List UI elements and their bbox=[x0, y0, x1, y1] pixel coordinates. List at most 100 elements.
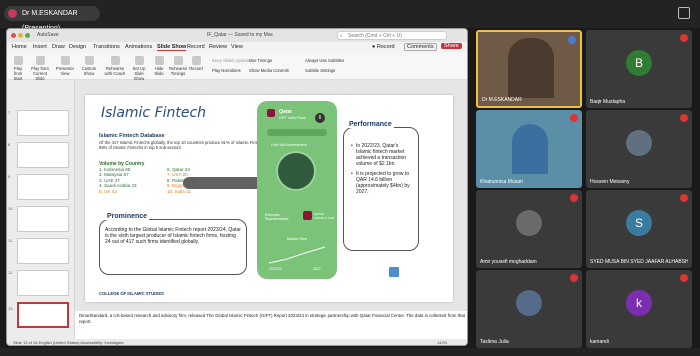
thumb-number: 7 bbox=[8, 110, 11, 115]
tab-record[interactable]: Record bbox=[187, 44, 205, 50]
check-keep-slides-updated[interactable]: Keep Slides Updated bbox=[212, 58, 251, 63]
slide-thumbnails-panel: 7 8 9 10 11 12 13 bbox=[7, 80, 75, 339]
participant-tile-active[interactable]: Dr M.ESKANDAR bbox=[476, 30, 582, 108]
check-show-media-controls[interactable]: Show Media Controls bbox=[249, 68, 289, 73]
participant-tile[interactable]: Khairunnisa Musari bbox=[476, 110, 582, 188]
play-from-current-button[interactable]: Play from Current Slide bbox=[29, 56, 51, 81]
set-up-slide-show-button[interactable]: Set Up Slide Show bbox=[129, 56, 149, 81]
play-from-start-button[interactable]: Play from Start bbox=[10, 56, 26, 81]
participant-tile[interactable]: Amir yousefi moghaddam bbox=[476, 190, 582, 268]
participant-tile[interactable]: k kamandi bbox=[586, 270, 692, 348]
presenter-badge[interactable]: Dr M.ESKANDAR (Presenting) bbox=[4, 6, 100, 32]
prominence-title: Prominence bbox=[105, 213, 150, 220]
search-icon: ⌕ bbox=[340, 33, 343, 39]
rank-list-left: 1. Indonesia 65 2. Malaysia 57 3. UAE 47… bbox=[99, 167, 137, 194]
close-window-icon[interactable] bbox=[11, 33, 16, 38]
tab-view[interactable]: View bbox=[231, 44, 243, 50]
status-bar: Slide 13 of 16 English (United States) A… bbox=[7, 339, 467, 345]
tab-design[interactable]: Design bbox=[69, 44, 86, 50]
custom-show-button[interactable]: Custom Show bbox=[80, 56, 98, 76]
participant-tile[interactable]: S SYED MUSA BIN SYED JAAFAR ALHABSHI bbox=[586, 190, 692, 268]
tab-transitions[interactable]: Transitions bbox=[93, 44, 120, 50]
current-slide[interactable]: Islamic Fintech Islamic Fintech Database… bbox=[85, 95, 453, 302]
slide-thumbnail[interactable] bbox=[17, 142, 69, 168]
subtitle-settings-dropdown[interactable]: Subtitle Settings bbox=[305, 68, 335, 73]
participant-name: Dr M.ESKANDAR bbox=[482, 97, 522, 103]
window-title-bar: AutoSave IF_Qatar — Saved to my Mac Sear… bbox=[7, 29, 467, 42]
participant-name: Taslima Julia bbox=[480, 339, 509, 345]
participant-tile[interactable]: B Baqir Mustapha bbox=[586, 30, 692, 108]
muted-mic-icon bbox=[680, 34, 688, 42]
performance-point: In 2022/23, Qatar's Islamic fintech mark… bbox=[351, 143, 415, 167]
check-play-narrations[interactable]: Play Narrations bbox=[212, 68, 241, 73]
tab-review[interactable]: Review bbox=[209, 44, 227, 50]
participant-name: Khairunnisa Musari bbox=[480, 179, 523, 185]
layout-toggle-icon[interactable] bbox=[678, 7, 690, 19]
record-button[interactable]: ● Record bbox=[372, 44, 395, 50]
check-use-timings[interactable]: Use Timings bbox=[249, 58, 272, 63]
comments-button[interactable]: Comments bbox=[404, 43, 437, 51]
muted-mic-icon bbox=[680, 114, 688, 122]
qatar-flag-icon bbox=[267, 109, 275, 117]
qr-code-icon bbox=[389, 267, 399, 277]
ribbon-record-button[interactable]: Record bbox=[189, 56, 203, 71]
tab-insert[interactable]: Insert bbox=[33, 44, 47, 50]
play-icon bbox=[13, 56, 23, 65]
card-rank: 6 bbox=[315, 113, 325, 123]
tab-draw[interactable]: Draw bbox=[52, 44, 65, 50]
muted-mic-icon bbox=[680, 194, 688, 202]
search-input[interactable]: Search (Cmd + Ctrl + U) bbox=[337, 31, 447, 40]
card-rank-bar bbox=[267, 129, 327, 136]
slide-thumbnail-active[interactable] bbox=[17, 302, 69, 328]
card-year-2: 2027 bbox=[313, 267, 321, 271]
participant-tile[interactable]: Hossein Meisamy bbox=[586, 110, 692, 188]
share-button[interactable]: Share bbox=[441, 43, 462, 49]
thumb-number: 13 bbox=[8, 306, 13, 311]
slide-thumbnail[interactable] bbox=[17, 174, 69, 200]
rehearse-timings-button[interactable]: Rehearse Timings bbox=[169, 56, 187, 76]
ribbon-tabs: Home Insert Draw Design Transitions Anim… bbox=[7, 42, 467, 53]
presenter-avatar-icon bbox=[8, 9, 17, 18]
slide-title: Islamic Fintech bbox=[101, 105, 207, 121]
hide-slide-button[interactable]: Hide Slide bbox=[151, 56, 167, 76]
zoom-level[interactable]: 142% bbox=[437, 340, 447, 345]
presenter-view-icon bbox=[60, 56, 70, 65]
tab-animations[interactable]: Animations bbox=[125, 44, 152, 50]
card-hub: Hub Self Assessment bbox=[271, 143, 308, 147]
participant-name: kamandi bbox=[590, 339, 609, 345]
participant-name: SYED MUSA BIN SYED JAAFAR ALHABSHI bbox=[590, 259, 688, 265]
status-text: Slide 13 of 16 English (United States) A… bbox=[13, 340, 124, 345]
video-person bbox=[512, 124, 548, 174]
slide-thumbnail[interactable] bbox=[17, 270, 69, 296]
slide-thumbnail[interactable] bbox=[17, 238, 69, 264]
prominence-text: According to the Global Islamic Fintech … bbox=[105, 227, 241, 245]
tab-slide-show[interactable]: Slide Show bbox=[157, 44, 187, 51]
slide-thumbnail[interactable] bbox=[17, 110, 69, 136]
participant-name: Hossein Meisamy bbox=[590, 179, 630, 185]
meeting-bottom-bar bbox=[0, 348, 700, 356]
thumb-number: 8 bbox=[8, 142, 11, 147]
slide-thumbnail[interactable] bbox=[17, 206, 69, 232]
check-always-use-subtitles[interactable]: Always Use Subtitles bbox=[305, 58, 344, 63]
setup-icon bbox=[134, 56, 144, 65]
participant-tile[interactable]: Taslima Julia bbox=[476, 270, 582, 348]
participant-name: Baqir Mustapha bbox=[590, 99, 626, 105]
rank-item: 5. UK 42 bbox=[99, 188, 117, 194]
tab-home[interactable]: Home bbox=[12, 44, 27, 50]
maximize-window-icon[interactable] bbox=[25, 33, 30, 38]
meeting-top-bar: Dr M.ESKANDAR (Presenting) bbox=[0, 0, 700, 32]
minimize-window-icon[interactable] bbox=[18, 33, 23, 38]
coach-icon bbox=[110, 56, 120, 65]
presenter-view-button[interactable]: Presenter View bbox=[55, 56, 75, 76]
custom-show-icon bbox=[84, 56, 94, 65]
document-title: IF_Qatar — Saved to my Mac bbox=[207, 32, 274, 38]
video-person bbox=[508, 38, 554, 98]
muted-mic-icon bbox=[570, 274, 578, 282]
avatar: S bbox=[626, 210, 652, 236]
rehearse-coach-button[interactable]: Rehearse with Coach bbox=[104, 56, 126, 76]
muted-mic-icon bbox=[680, 274, 688, 282]
card-country: Qatar bbox=[279, 109, 293, 115]
autosave-label[interactable]: AutoSave bbox=[37, 32, 59, 38]
speaker-notes[interactable]: DinarStandard, a US-based research and a… bbox=[75, 311, 467, 339]
card-label-2: QATAR FINTECH HUB bbox=[314, 212, 335, 220]
